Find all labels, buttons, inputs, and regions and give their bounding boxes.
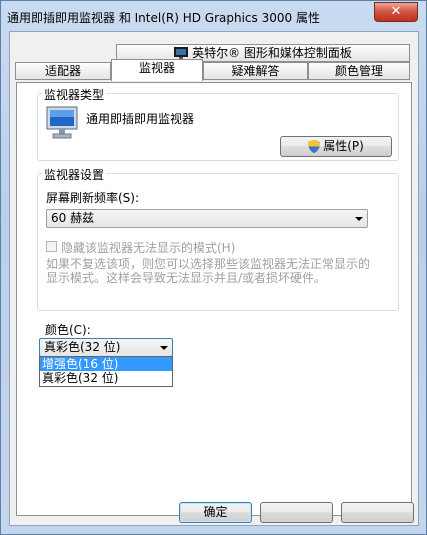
monitor-settings-group: 监视器设置 屏幕刷新频率(S): 60 赫兹 隐藏该监视器无法显示的模式(H) … [37,166,399,311]
monitor-type-group-label: 监视器类型 [42,86,107,103]
tab-color-management[interactable]: 颜色管理 [308,62,410,80]
monitor-settings-group-label: 监视器设置 [42,166,107,183]
monitor-name: 通用即插即用监视器 [86,112,195,126]
hide-modes-help-line2: 显示模式。这样会导致无法显示并且/或者损坏硬件。 [46,271,327,285]
tab-adapter-label: 适配器 [44,64,81,78]
hide-modes-label: 隐藏该监视器无法显示的模式(H) [61,241,236,255]
colors-option-16bit[interactable]: 增强色(16 位) [40,357,172,371]
tab-troubleshoot-label: 疑难解答 [231,64,280,78]
monitor-icon [46,106,78,139]
close-button[interactable]: ✕ [374,2,418,22]
monitor-tab-panel: 监视器类型 通用即插即用监视器 属性(P) 监视器设置 屏幕刷新频率(S): 6… [16,82,412,516]
refresh-rate-label: 屏幕刷新频率(S): [46,191,140,205]
colors-chevron-down-icon [160,346,168,350]
dialog-client: 英特尔® 图形和媒体控制面板 适配器 监视器 疑难解答 颜色管理 监视器类型 通… [9,31,419,526]
properties-window: 通用即插即用监视器 和 Intel(R) HD Graphics 3000 属性… [0,0,427,535]
tab-color-management-label: 颜色管理 [334,64,383,78]
title-bar[interactable]: 通用即插即用监视器 和 Intel(R) HD Graphics 3000 属性… [1,1,426,31]
colors-select[interactable]: 真彩色(32 位) [39,338,173,357]
monitor-properties-button[interactable]: 属性(P) [280,136,392,157]
tab-intel-graphics-label: 英特尔® 图形和媒体控制面板 [192,46,352,60]
tab-adapter[interactable]: 适配器 [15,62,111,80]
ok-button[interactable]: 确定 [179,502,252,523]
cancel-button[interactable] [260,502,333,523]
tab-monitor-label: 监视器 [138,61,175,75]
refresh-rate-select[interactable]: 60 赫兹 [46,209,368,228]
colors-dropdown-list: 增强色(16 位) 真彩色(32 位) [39,356,173,387]
tab-monitor[interactable]: 监视器 [111,59,203,81]
close-icon: ✕ [390,4,402,19]
ok-button-label: 确定 [203,505,228,519]
refresh-rate-value: 60 赫兹 [51,211,95,225]
monitor-type-group: 监视器类型 通用即插即用监视器 属性(P) [37,86,399,161]
window-title: 通用即插即用监视器 和 Intel(R) HD Graphics 3000 属性 [7,11,320,25]
colors-selected-value: 真彩色(32 位) [44,340,121,354]
monitor-properties-label: 属性(P) [323,139,364,153]
chevron-down-icon [355,217,363,221]
hide-modes-checkbox[interactable] [46,241,57,252]
tab-troubleshoot[interactable]: 疑难解答 [203,62,308,80]
uac-shield-icon [308,140,321,153]
colors-option-32bit[interactable]: 真彩色(32 位) [40,371,172,385]
colors-label: 颜色(C): [45,323,91,337]
apply-button[interactable] [341,502,414,523]
